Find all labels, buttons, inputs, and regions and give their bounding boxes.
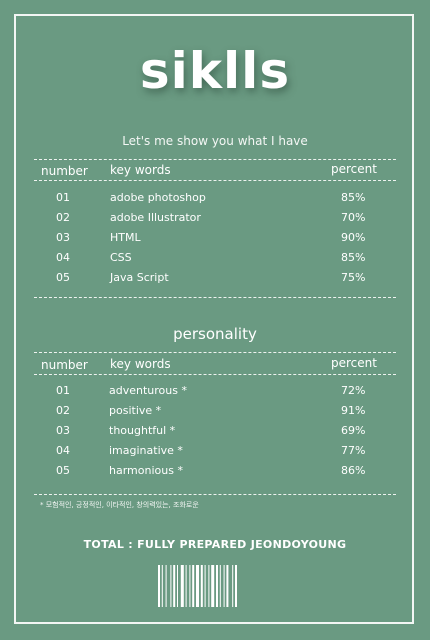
subtitle: Let's me show you what I have xyxy=(122,134,308,148)
row-keyword: harmonious * xyxy=(109,464,183,477)
row-number: 03 xyxy=(56,231,70,244)
divider xyxy=(34,374,396,375)
divider xyxy=(34,297,396,298)
divider xyxy=(34,352,396,353)
divider xyxy=(34,180,396,181)
border-frame xyxy=(14,14,414,624)
row-percent: 69% xyxy=(341,424,366,437)
row-percent: 91% xyxy=(341,404,366,417)
barcode xyxy=(158,565,237,607)
row-number: 05 xyxy=(56,271,70,284)
row-percent: 70% xyxy=(341,211,366,224)
row-percent: 85% xyxy=(341,191,366,204)
row-keyword: CSS xyxy=(110,251,132,264)
row-percent: 90% xyxy=(341,231,366,244)
header-number: number xyxy=(41,164,88,178)
row-keyword: imaginative * xyxy=(109,444,183,457)
row-keyword: adventurous * xyxy=(109,384,187,397)
header-keywords: key words xyxy=(110,163,171,177)
row-number: 02 xyxy=(56,404,70,417)
section-title-personality: personality xyxy=(173,325,257,343)
row-percent: 85% xyxy=(341,251,366,264)
row-percent: 77% xyxy=(341,444,366,457)
row-number: 04 xyxy=(56,444,70,457)
row-number: 01 xyxy=(56,191,70,204)
row-number: 03 xyxy=(56,424,70,437)
row-keyword: thoughtful * xyxy=(109,424,176,437)
row-keyword: adobe photoshop xyxy=(110,191,206,204)
row-number: 01 xyxy=(56,384,70,397)
footnote: * 모험적인, 긍정적인, 이타적인, 창의력있는, 조화로운 xyxy=(40,501,199,509)
row-keyword: positive * xyxy=(109,404,162,417)
row-keyword: HTML xyxy=(110,231,141,244)
row-keyword: Java Script xyxy=(110,271,169,284)
header-percent: percent xyxy=(331,356,377,370)
row-number: 05 xyxy=(56,464,70,477)
row-percent: 75% xyxy=(341,271,366,284)
divider xyxy=(34,494,396,495)
page-title: siklls xyxy=(139,42,291,100)
row-number: 04 xyxy=(56,251,70,264)
header-number: number xyxy=(41,358,88,372)
divider xyxy=(34,159,396,160)
row-keyword: adobe Illustrator xyxy=(110,211,201,224)
header-keywords: key words xyxy=(110,357,171,371)
row-number: 02 xyxy=(56,211,70,224)
total-line: TOTAL : FULLY PREPARED JEONDOYOUNG xyxy=(83,538,347,551)
row-percent: 72% xyxy=(341,384,366,397)
row-percent: 86% xyxy=(341,464,366,477)
header-percent: percent xyxy=(331,162,377,176)
